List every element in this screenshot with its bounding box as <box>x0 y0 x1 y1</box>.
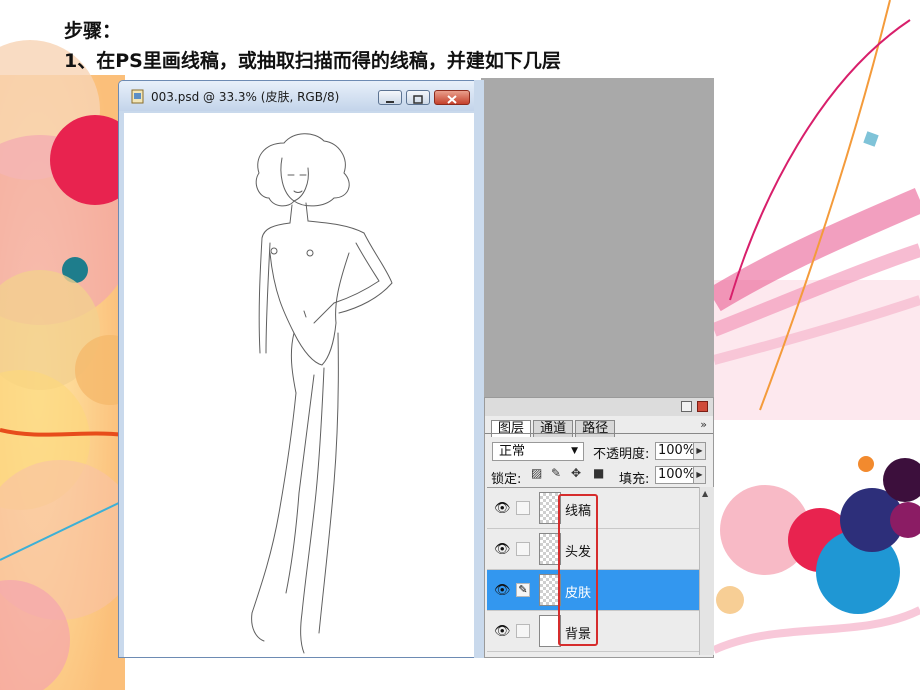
fill-label: 填充: <box>619 472 650 487</box>
eye-icon[interactable]: 👁 <box>494 583 511 598</box>
tab-layers[interactable]: 图层 <box>491 420 532 437</box>
lock-move-icon[interactable]: ✥ <box>571 466 581 480</box>
opacity-stepper[interactable]: ▶ <box>693 442 706 460</box>
document-titlebar[interactable]: 003.psd @ 33.3% (皮肤, RGB/8) <box>119 81 479 111</box>
tab-channels[interactable]: 通道 <box>533 420 574 437</box>
layer-link-box[interactable] <box>516 501 530 515</box>
step-heading: 步骤： <box>64 20 122 42</box>
panel-header[interactable] <box>485 398 713 416</box>
eye-icon[interactable]: 👁 <box>494 501 511 516</box>
eye-icon[interactable]: 👁 <box>494 624 511 639</box>
blend-mode-select[interactable]: 正常 ▼ <box>492 442 584 461</box>
eye-icon[interactable]: 👁 <box>494 542 511 557</box>
document-window-edge <box>474 80 484 658</box>
brush-icon[interactable]: ✎ <box>516 583 530 597</box>
psd-document-icon <box>131 89 144 104</box>
maximize-button[interactable] <box>406 90 430 105</box>
document-canvas[interactable] <box>124 113 474 657</box>
lock-transparency-icon[interactable]: ▨ <box>531 466 542 480</box>
layer-link-box[interactable] <box>516 624 530 638</box>
opacity-label: 不透明度: <box>593 447 650 462</box>
blend-mode-value: 正常 <box>499 444 526 459</box>
close-button[interactable] <box>434 90 470 105</box>
close-icon <box>447 95 457 104</box>
minimize-icon <box>386 101 394 103</box>
layers-panel[interactable]: 图层 通道 路径 » 正常 ▼ 不透明度: 100% ▶ 锁定: ▨ ✎ ✥ ■… <box>484 397 714 658</box>
layer-names-highlight <box>558 494 598 646</box>
panel-close-button[interactable] <box>697 401 708 412</box>
scroll-up-icon[interactable]: ▲ <box>702 489 708 498</box>
lock-brush-icon[interactable]: ✎ <box>551 466 561 480</box>
step-1-instruction: 1、在PS里画线稿，或抽取扫描而得的线稿，并建如下几层 <box>64 50 561 72</box>
maximize-icon <box>413 95 423 104</box>
panel-minimize-button[interactable] <box>681 401 692 412</box>
panel-tabs: 图层 通道 路径 <box>491 417 616 437</box>
minimize-button[interactable] <box>378 90 402 105</box>
document-window[interactable]: 003.psd @ 33.3% (皮肤, RGB/8) <box>118 80 480 658</box>
tab-divider <box>485 433 713 434</box>
fill-stepper[interactable]: ▶ <box>693 466 706 484</box>
layer-link-box[interactable] <box>516 542 530 556</box>
document-title: 003.psd @ 33.3% (皮肤, RGB/8) <box>151 90 340 104</box>
lock-label: 锁定: <box>491 472 522 487</box>
layers-scrollbar[interactable]: ▲ <box>699 487 714 655</box>
lock-all-icon[interactable]: ■ <box>593 466 604 480</box>
tab-paths[interactable]: 路径 <box>575 420 616 437</box>
panel-menu-button[interactable]: » <box>700 418 707 431</box>
chevron-down-icon: ▼ <box>571 446 578 456</box>
figure-line-drawing <box>251 133 393 654</box>
